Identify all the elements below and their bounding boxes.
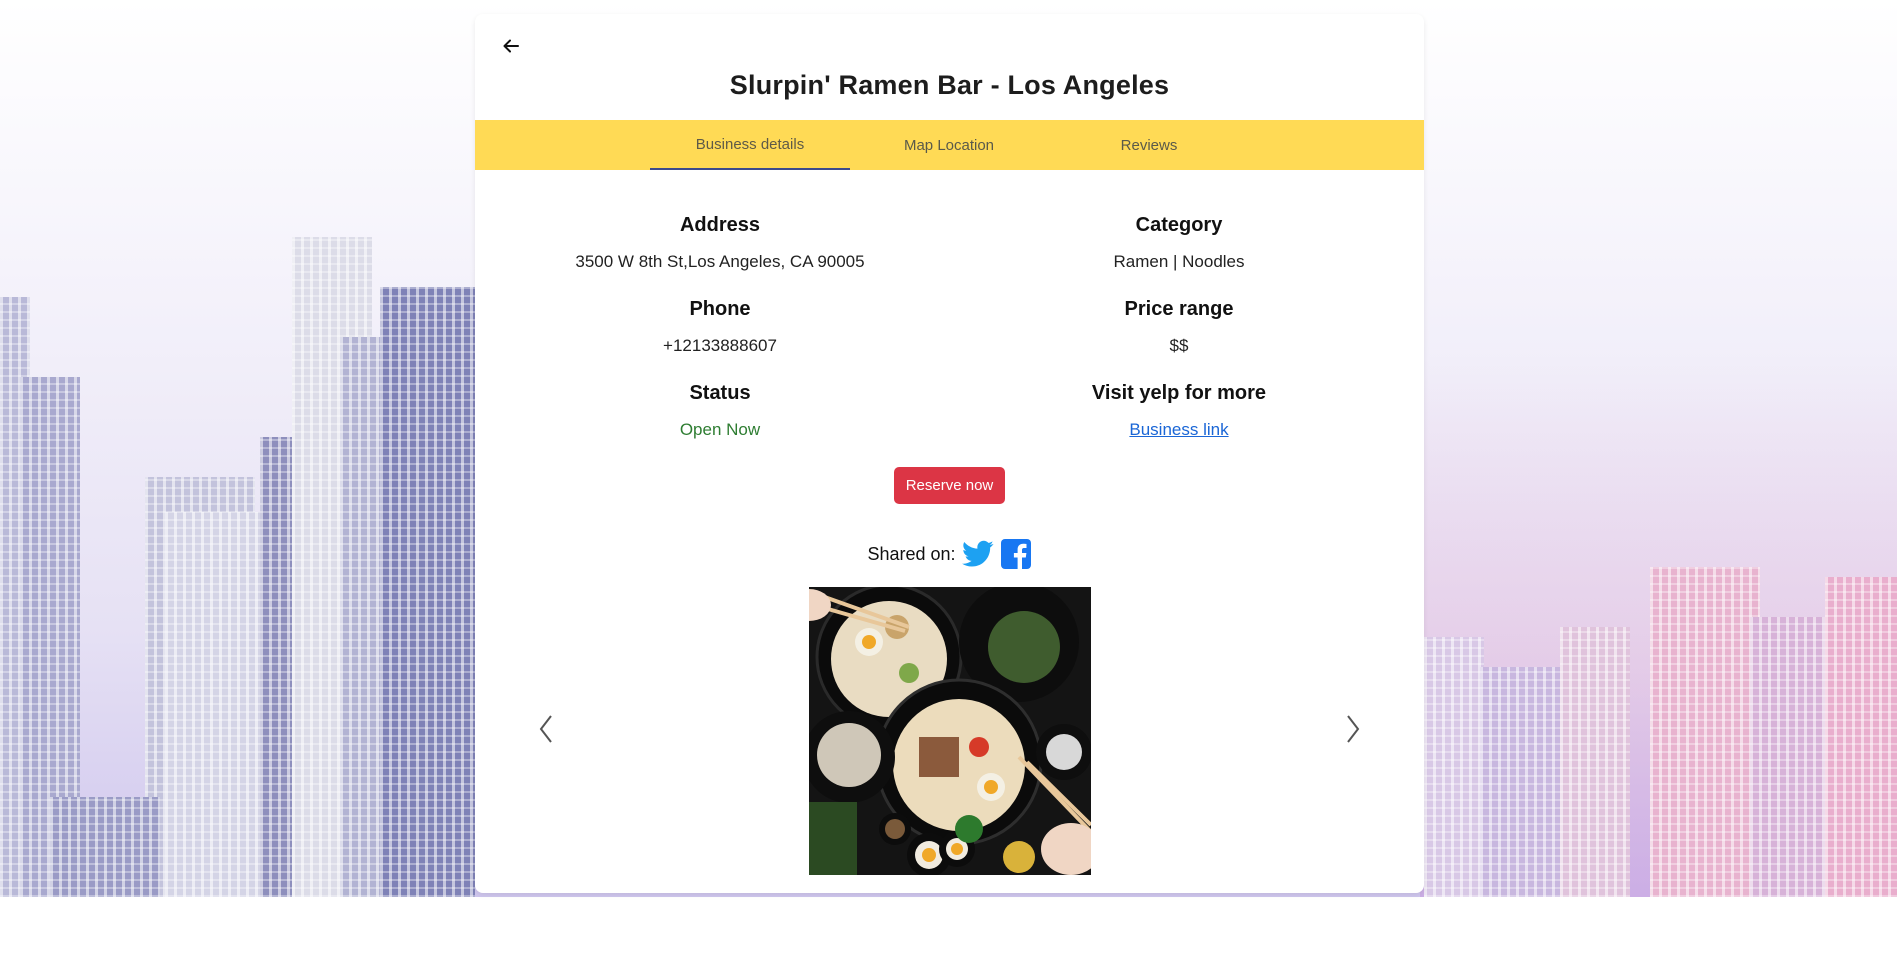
tab-business-details[interactable]: Business details (650, 120, 850, 170)
page-title: Slurpin' Ramen Bar - Los Angeles (729, 70, 1170, 100)
twitter-icon[interactable] (961, 540, 994, 568)
shared-on-row: Shared on: (475, 536, 1424, 572)
food-photo-illustration (809, 587, 1091, 875)
chevron-left-icon (539, 715, 552, 743)
building (1825, 577, 1897, 897)
yelp-link-row: Business link (934, 418, 1424, 442)
details-right-column: Category Ramen | Noodles Price range $$ … (934, 212, 1424, 464)
carousel-next-button[interactable] (1338, 712, 1368, 746)
carousel-photo (809, 587, 1091, 875)
address-label: Address (679, 214, 761, 236)
business-card: Slurpin' Ramen Bar - Los Angeles Busines… (475, 14, 1424, 893)
phone-label: Phone (689, 298, 751, 320)
back-arrow-icon (503, 39, 519, 53)
category-label: Category (1135, 214, 1223, 236)
building (380, 287, 475, 897)
chevron-right-icon (1347, 715, 1360, 743)
tab-map-location[interactable]: Map Location (849, 120, 1049, 170)
details-left-column: Address 3500 W 8th St,Los Angeles, CA 90… (475, 212, 965, 464)
building (50, 797, 160, 897)
price-range-label: Price range (1124, 298, 1234, 320)
price-range-value: $$ (1169, 336, 1189, 355)
tab-bar: Business details Map Location Reviews (475, 120, 1424, 170)
building (165, 512, 265, 897)
shared-on-label: Shared on: (867, 543, 956, 564)
status-label: Status (689, 382, 751, 404)
address-value: 3500 W 8th St,Los Angeles, CA 90005 (575, 252, 865, 271)
tab-reviews[interactable]: Reviews (1049, 120, 1249, 170)
yelp-label: Visit yelp for more (1091, 382, 1267, 404)
category-value: Ramen | Noodles (1113, 252, 1245, 271)
reserve-now-button[interactable]: Reserve now (894, 467, 1005, 504)
building (1650, 567, 1760, 897)
building (1480, 667, 1570, 897)
building (1424, 637, 1484, 897)
carousel-prev-button[interactable] (531, 712, 561, 746)
business-link[interactable]: Business link (1129, 420, 1228, 439)
building (1560, 627, 1630, 897)
status-value: Open Now (679, 420, 761, 439)
phone-value: +12133888607 (663, 336, 777, 355)
facebook-icon[interactable] (1000, 538, 1032, 570)
back-button[interactable] (497, 32, 525, 60)
